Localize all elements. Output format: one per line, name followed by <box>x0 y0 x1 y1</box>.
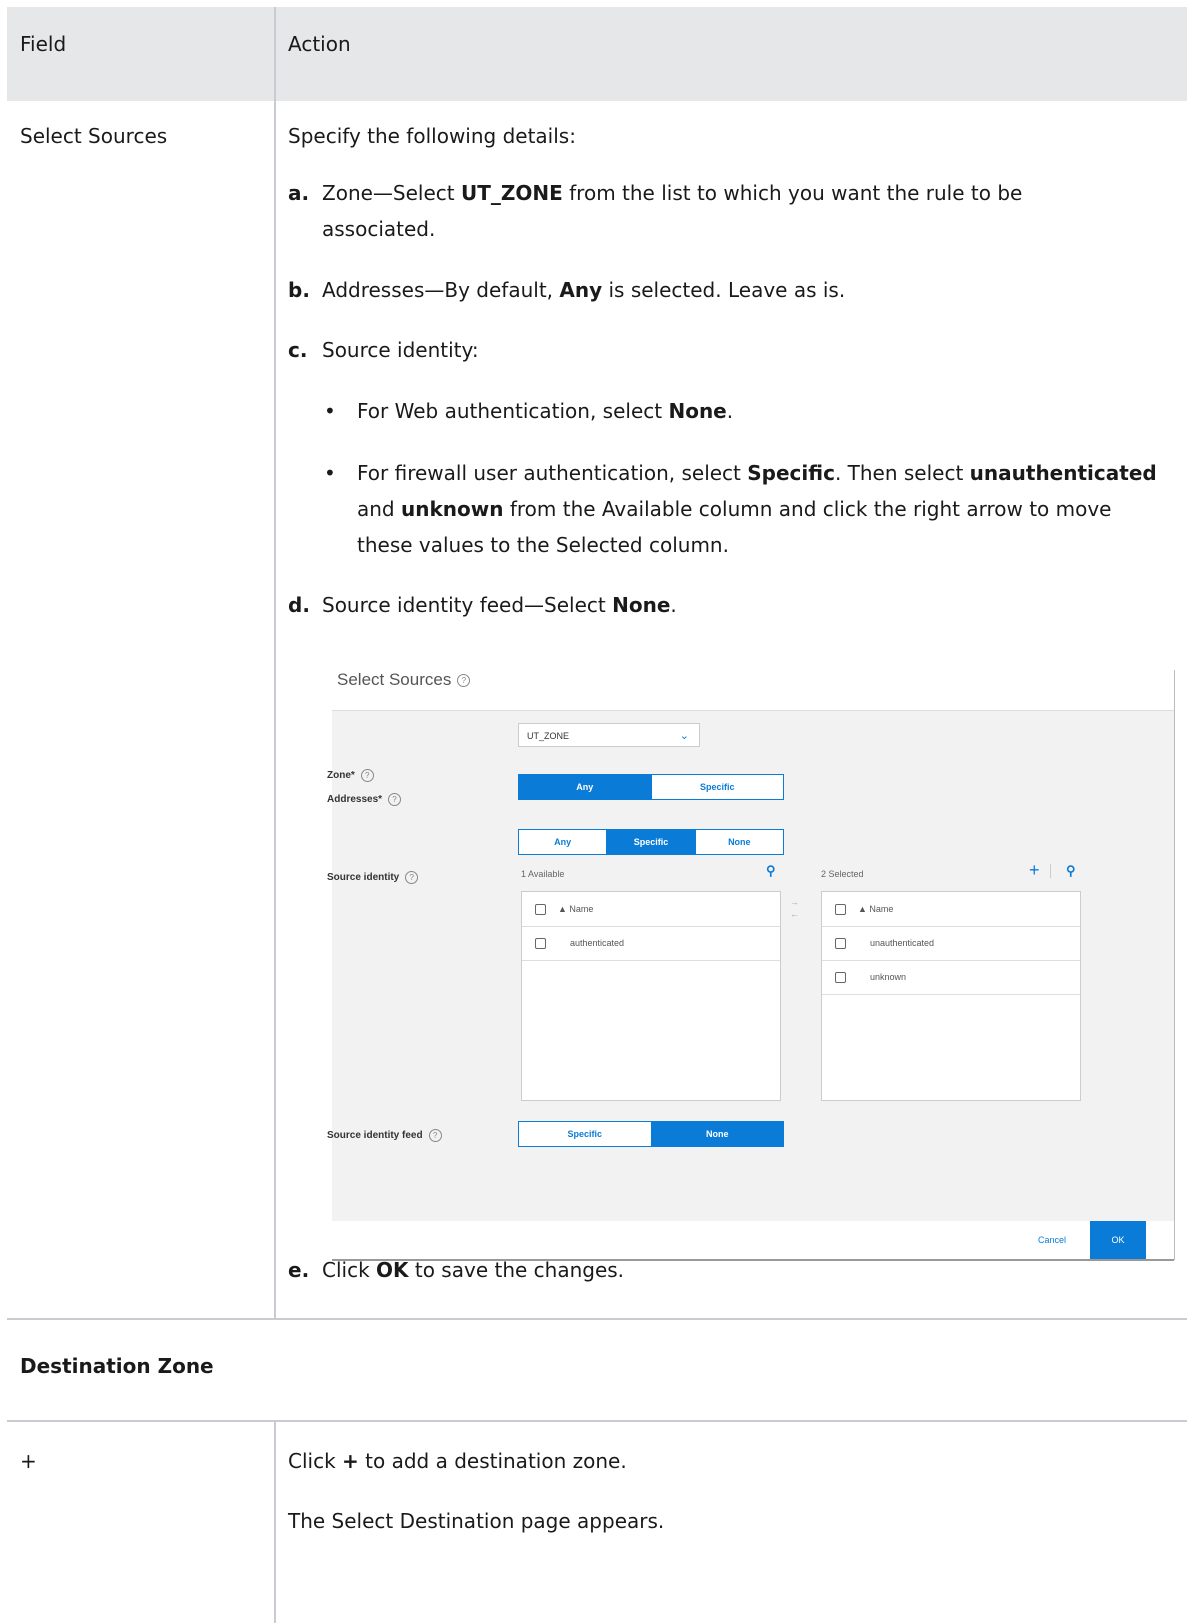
source-identity-none-button[interactable]: None <box>694 830 783 854</box>
help-icon[interactable]: ? <box>457 674 471 688</box>
help-icon[interactable]: ? <box>428 1129 442 1142</box>
item-checkbox[interactable] <box>835 938 846 949</box>
bullet-firewall-auth: • For firewall user authentication, selec… <box>324 455 1187 563</box>
column-divider <box>274 7 276 1318</box>
feed-none-button[interactable]: None <box>650 1122 783 1146</box>
list-item[interactable]: unauthenticated <box>822 926 1080 961</box>
bullet-dot: • <box>324 461 336 485</box>
select-all-checkbox[interactable] <box>835 904 846 915</box>
header-action: Action <box>288 32 351 56</box>
source-identity-specific-button[interactable]: Specific <box>606 830 695 854</box>
source-identity-label: Source identity? <box>327 871 419 884</box>
addresses-specific-button[interactable]: Specific <box>650 775 783 799</box>
select-sources-dialog: Select Sources? Zone*? UT_ZONE ⌄ Addresse… <box>327 670 1176 1261</box>
source-identity-toggle: Any Specific None <box>518 829 784 855</box>
chevron-down-icon: ⌄ <box>679 730 689 742</box>
dialog-body: Zone*? UT_ZONE ⌄ Addresses*? Any Specific… <box>327 710 1174 1222</box>
feed-specific-button[interactable]: Specific <box>519 1122 651 1146</box>
feed-toggle: Specific None <box>518 1121 784 1147</box>
selected-count: 2 Selected <box>821 869 864 879</box>
row-divider <box>7 1420 1187 1422</box>
list-item-c: c. Source identity: <box>288 338 479 362</box>
addresses-any-button[interactable]: Any <box>519 775 651 799</box>
row-intro: Specify the following details: <box>288 124 576 148</box>
divider <box>1050 864 1051 878</box>
sort-icon[interactable]: ▲ Name <box>858 892 893 926</box>
sort-icon[interactable]: ▲ Name <box>558 892 593 926</box>
row-field-select-sources: Select Sources <box>20 124 168 148</box>
row2-paragraph-2: The Select Destination page appears. <box>288 1509 665 1533</box>
list-header: ▲ Name <box>822 892 1080 927</box>
transfer-arrows: → ← <box>790 896 799 920</box>
search-icon[interactable]: ⚲ <box>766 863 776 879</box>
help-icon[interactable]: ? <box>388 793 402 806</box>
list-item-a: a. Zone—Select UT_ZONE from the list to w… <box>288 181 1023 241</box>
section-title-destination-zone: Destination Zone <box>20 1354 214 1378</box>
zone-select[interactable]: UT_ZONE ⌄ <box>518 723 700 747</box>
addresses-toggle: Any Specific <box>518 774 784 800</box>
list-item[interactable]: unknown <box>822 960 1080 995</box>
addresses-label: Addresses*? <box>327 793 402 806</box>
feed-label: Source identity feed? <box>327 1129 442 1142</box>
row2-paragraph-1: Click + to add a destination zone. <box>288 1449 627 1473</box>
list-item[interactable]: authenticated <box>522 926 780 961</box>
list-item-e: e. Click OK to save the changes. <box>288 1258 625 1282</box>
arrow-left-icon[interactable]: ← <box>790 908 799 920</box>
select-all-checkbox[interactable] <box>535 904 546 915</box>
selected-list: ▲ Name unauthenticated unknown <box>821 891 1081 1101</box>
bullet-web-auth: • For Web authentication, select None. <box>324 393 1177 429</box>
available-list: ▲ Name authenticated <box>521 891 781 1101</box>
zone-label: Zone*? <box>327 769 374 782</box>
help-icon[interactable]: ? <box>360 769 374 782</box>
search-icon[interactable]: ⚲ <box>1066 863 1076 879</box>
column-divider <box>274 1422 276 1623</box>
header-field: Field <box>20 32 67 56</box>
item-checkbox[interactable] <box>835 972 846 983</box>
list-header: ▲ Name <box>522 892 780 927</box>
table-header <box>7 7 1187 101</box>
dialog-border <box>1174 670 1175 1260</box>
dialog-title: Select Sources? <box>337 670 471 690</box>
item-checkbox[interactable] <box>535 938 546 949</box>
help-icon[interactable]: ? <box>405 871 419 884</box>
source-identity-any-button[interactable]: Any <box>519 830 607 854</box>
row-field-plus: + <box>20 1449 37 1473</box>
available-count: 1 Available <box>521 869 565 879</box>
list-item-d: d. Source identity feed—Select None. <box>288 593 677 617</box>
add-icon[interactable]: + <box>1029 860 1040 881</box>
bullet-dot: • <box>324 399 336 423</box>
row-divider <box>7 1318 1187 1320</box>
list-item-b: b. Addresses—By default, Any is selected.… <box>288 278 846 302</box>
arrow-right-icon[interactable]: → <box>790 896 799 908</box>
